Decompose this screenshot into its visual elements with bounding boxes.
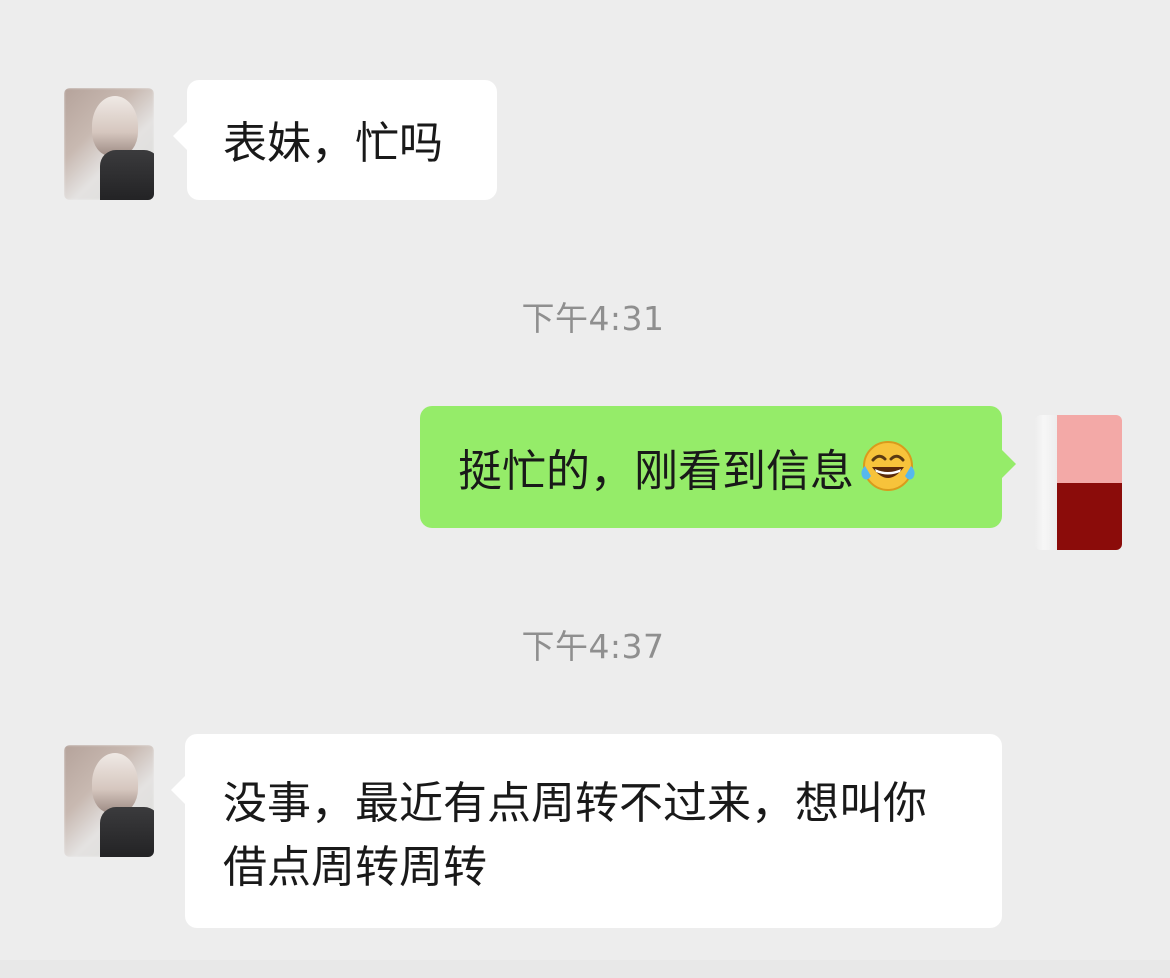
- my-avatar[interactable]: [1035, 415, 1122, 550]
- message-text: 挺忙的，刚看到信息: [458, 446, 854, 497]
- incoming-message-bubble[interactable]: 没事，最近有点周转不过来，想叫你借点周转周转: [171, 734, 1002, 928]
- contact-avatar[interactable]: [64, 88, 154, 200]
- input-bar-edge: [0, 960, 1170, 978]
- contact-avatar[interactable]: [64, 745, 154, 857]
- face-with-tears-of-joy-icon: [861, 441, 915, 491]
- message-timestamp: 下午4:31: [521, 299, 665, 338]
- incoming-message-bubble[interactable]: 表妹，忙吗: [173, 80, 497, 200]
- message-text: 没事，最近有点周转不过来，想叫你借点周转周转: [223, 778, 927, 893]
- outgoing-message-bubble[interactable]: 挺忙的，刚看到信息: [420, 406, 1016, 528]
- chat-view: 表妹，忙吗 下午4:31 挺忙的，刚看到信息 下午4:37 没事，最近有点周转不…: [0, 0, 1170, 978]
- message-timestamp: 下午4:37: [521, 627, 665, 666]
- message-text: 表妹，忙吗: [223, 118, 443, 169]
